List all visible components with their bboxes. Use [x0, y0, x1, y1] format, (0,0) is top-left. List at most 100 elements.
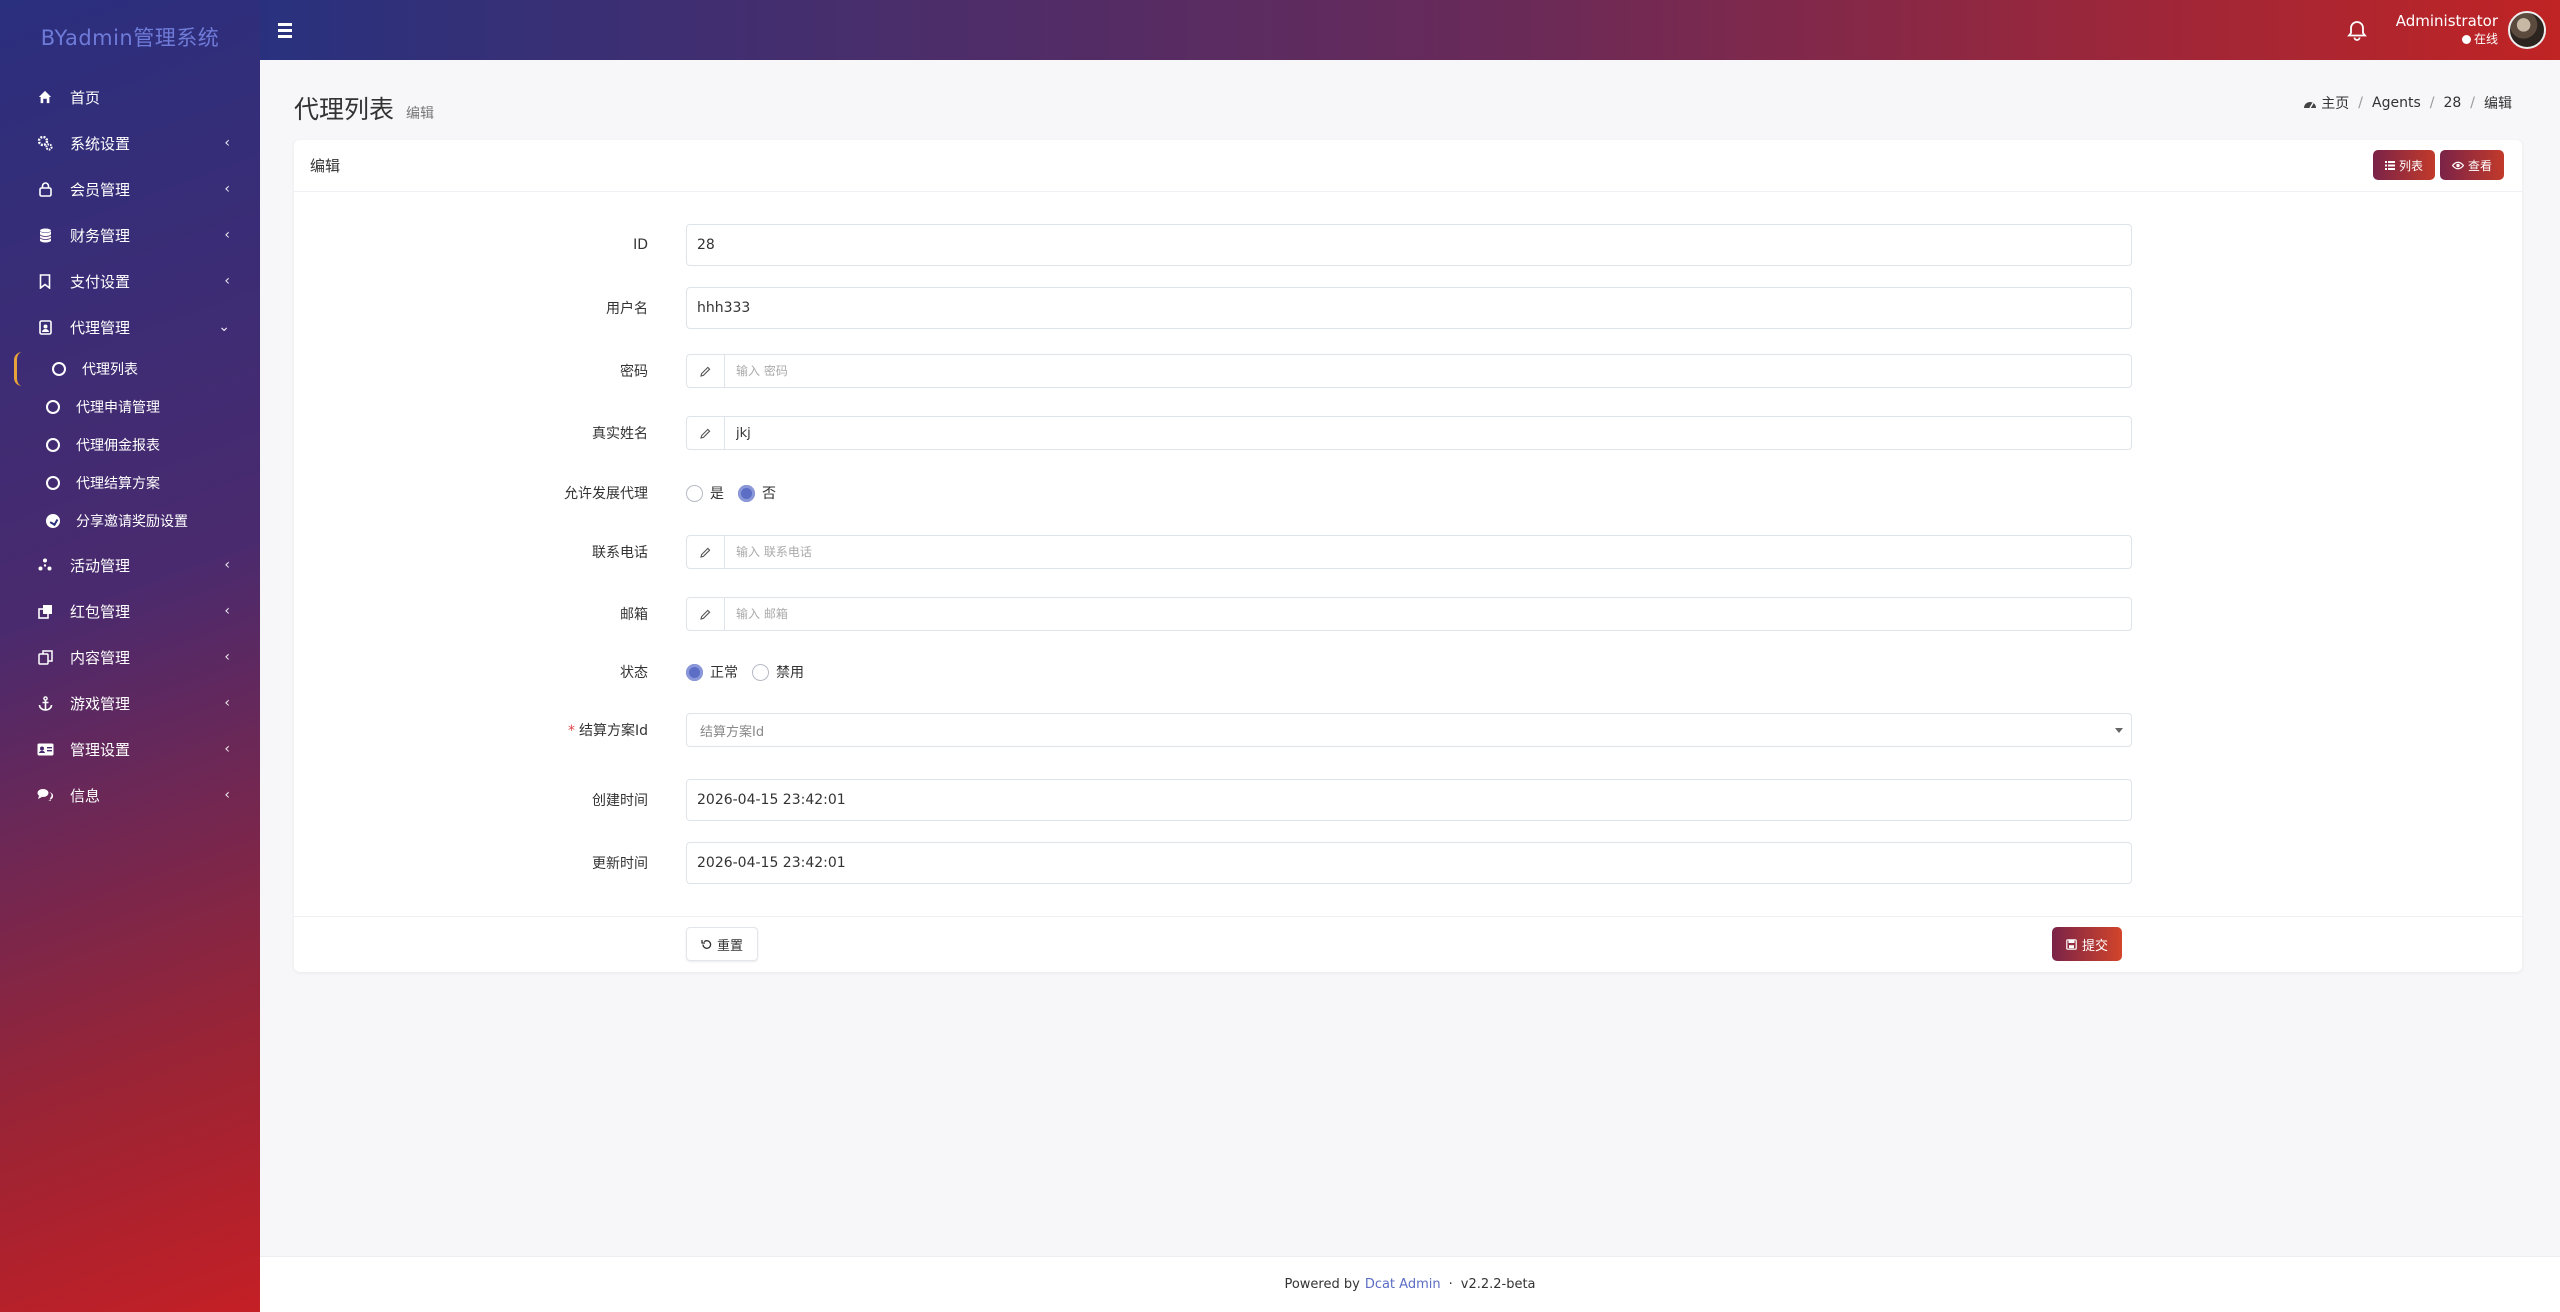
main-content: 代理列表 编辑 主页 / Agents / 28 / 编辑 编辑 列表 查看 I…	[260, 60, 2560, 1256]
phone-label: 联系电话	[592, 545, 648, 561]
sidebar-item-admin-settings[interactable]: 管理设置 ‹	[0, 726, 260, 772]
status-label: 状态	[620, 665, 648, 681]
id-field[interactable]: 28	[686, 224, 2132, 266]
avatar[interactable]	[2508, 11, 2546, 49]
status-disabled-radio[interactable]: 禁用	[752, 662, 804, 682]
email-input[interactable]	[725, 598, 2131, 630]
circle-icon	[46, 476, 60, 490]
chevron-left-icon: ‹	[224, 787, 230, 803]
sidebar-item-content[interactable]: 内容管理 ‹	[0, 634, 260, 680]
realname-input-group	[686, 416, 2132, 450]
breadcrumb-item-id[interactable]: 28	[2443, 95, 2461, 111]
view-button[interactable]: 查看	[2439, 150, 2504, 180]
id-badge-icon	[36, 318, 54, 336]
list-button[interactable]: 列表	[2372, 150, 2435, 180]
sidebar-item-red-packets[interactable]: 红包管理 ‹	[0, 588, 260, 634]
chevron-left-icon: ‹	[224, 181, 230, 197]
sidebar-item-games[interactable]: 游戏管理 ‹	[0, 680, 260, 726]
allow-agent-label: 允许发展代理	[564, 486, 648, 502]
radio-unchecked-icon	[686, 484, 703, 502]
powered-by-text: Powered by	[1284, 1277, 1360, 1292]
password-input[interactable]	[725, 355, 2131, 387]
allow-agent-radio-group: 是 否	[686, 483, 790, 503]
form-row-phone: 联系电话	[294, 531, 2134, 573]
username-label: 用户名	[606, 301, 648, 317]
submenu-item-agent-list[interactable]: 代理列表	[0, 350, 260, 388]
settlement-label: * 结算方案Id	[294, 720, 668, 740]
created-at-field[interactable]: 2026-04-15 23:42:01	[686, 779, 2132, 821]
sidebar-item-label: 支付设置	[70, 272, 131, 291]
agent-submenu: 代理列表 代理申请管理 代理佣金报表 代理结算方案 分享邀请奖励设置	[0, 350, 260, 540]
sidebar-item-label: 内容管理	[70, 648, 131, 667]
brand-logo-text[interactable]: BYadmin管理系统	[0, 0, 260, 74]
list-button-label: 列表	[2398, 158, 2423, 173]
gears-icon	[36, 134, 54, 152]
allow-agent-yes-radio[interactable]: 是	[686, 483, 724, 503]
sidebar-item-payment[interactable]: 支付设置 ‹	[0, 258, 260, 304]
submit-button[interactable]: 提交	[2052, 927, 2123, 961]
id-card-icon	[36, 740, 54, 758]
sidebar-item-home[interactable]: 首页	[0, 74, 260, 120]
card-header: 编辑 列表 查看	[294, 140, 2522, 192]
sidebar-item-label: 活动管理	[70, 556, 131, 575]
allow-agent-no-radio[interactable]: 否	[738, 483, 776, 503]
chevron-left-icon: ‹	[224, 135, 230, 151]
reset-button[interactable]: 重置	[686, 927, 759, 961]
submenu-item-agent-commission-report[interactable]: 代理佣金报表	[0, 426, 260, 464]
sidebar-item-label: 红包管理	[70, 602, 131, 621]
radio-checked-icon	[738, 484, 755, 502]
submenu-item-agent-applications[interactable]: 代理申请管理	[0, 388, 260, 426]
sidebar-item-agents[interactable]: 代理管理 ⌄	[0, 304, 260, 350]
user-name: Administrator	[2395, 12, 2498, 30]
submenu-item-label: 分享邀请奖励设置	[76, 514, 188, 530]
sidebar-item-label: 财务管理	[70, 226, 131, 245]
card-tools: 列表 查看	[2372, 150, 2504, 180]
username-field[interactable]: hhh333	[686, 287, 2132, 329]
sidebar-item-label: 游戏管理	[70, 694, 131, 713]
status-radio-group: 正常 禁用	[686, 662, 818, 682]
user-area: Administrator 在线	[2346, 0, 2546, 60]
version-text: v2.2.2-beta	[1460, 1277, 1536, 1292]
card-title: 编辑	[310, 157, 341, 175]
required-asterisk: *	[567, 723, 575, 739]
form-row-status: 状态 正常 禁用	[294, 651, 2134, 693]
pencil-icon	[687, 355, 725, 387]
sidebar-item-messages[interactable]: 信息 ‹	[0, 772, 260, 818]
eye-icon	[2451, 161, 2464, 169]
sidebar-item-label: 信息	[70, 786, 101, 805]
form-row-password: 密码	[294, 350, 2134, 392]
submenu-item-share-invite-rewards[interactable]: 分享邀请奖励设置	[0, 502, 260, 540]
pencil-icon	[687, 598, 725, 630]
dcat-admin-link[interactable]: Dcat Admin	[1365, 1277, 1441, 1292]
breadcrumb-item-agents[interactable]: Agents	[2372, 95, 2421, 111]
breadcrumb-home[interactable]: 主页	[2303, 93, 2349, 113]
home-icon	[36, 88, 54, 106]
breadcrumb-separator: /	[2470, 95, 2475, 111]
sidebar-item-system-settings[interactable]: 系统设置 ‹	[0, 120, 260, 166]
sidebar-item-activities[interactable]: 活动管理 ‹	[0, 542, 260, 588]
bell-icon[interactable]	[2346, 19, 2368, 41]
chevron-left-icon: ‹	[224, 603, 230, 619]
list-icon	[2384, 160, 2395, 170]
sidebar-item-label: 代理管理	[70, 318, 131, 337]
view-button-label: 查看	[2467, 158, 2492, 173]
password-input-group	[686, 354, 2132, 388]
form-row-updated-at: 更新时间 2026-04-15 23:42:01	[294, 842, 2134, 884]
updated-at-field[interactable]: 2026-04-15 23:42:01	[686, 842, 2132, 884]
realname-input[interactable]	[725, 417, 2131, 449]
sidebar-item-members[interactable]: 会员管理 ‹	[0, 166, 260, 212]
breadcrumb: 主页 / Agents / 28 / 编辑	[2303, 93, 2512, 113]
settlement-select[interactable]: 结算方案Id	[686, 713, 2132, 747]
save-icon	[2066, 938, 2077, 950]
menu-toggle-icon[interactable]	[278, 22, 300, 38]
asterisk-icon	[36, 556, 54, 574]
sidebar: BYadmin管理系统 首页 系统设置 ‹ 会员管理 ‹ 财务管理 ‹ 支付设置…	[0, 0, 260, 1312]
sidebar-item-label: 系统设置	[70, 134, 131, 153]
status-normal-radio[interactable]: 正常	[686, 662, 738, 682]
sidebar-item-finance[interactable]: 财务管理 ‹	[0, 212, 260, 258]
submenu-item-agent-settlement-plans[interactable]: 代理结算方案	[0, 464, 260, 502]
chevron-left-icon: ‹	[224, 741, 230, 757]
database-icon	[36, 226, 54, 244]
phone-input[interactable]	[725, 536, 2131, 568]
user-info[interactable]: Administrator 在线	[2396, 12, 2498, 48]
